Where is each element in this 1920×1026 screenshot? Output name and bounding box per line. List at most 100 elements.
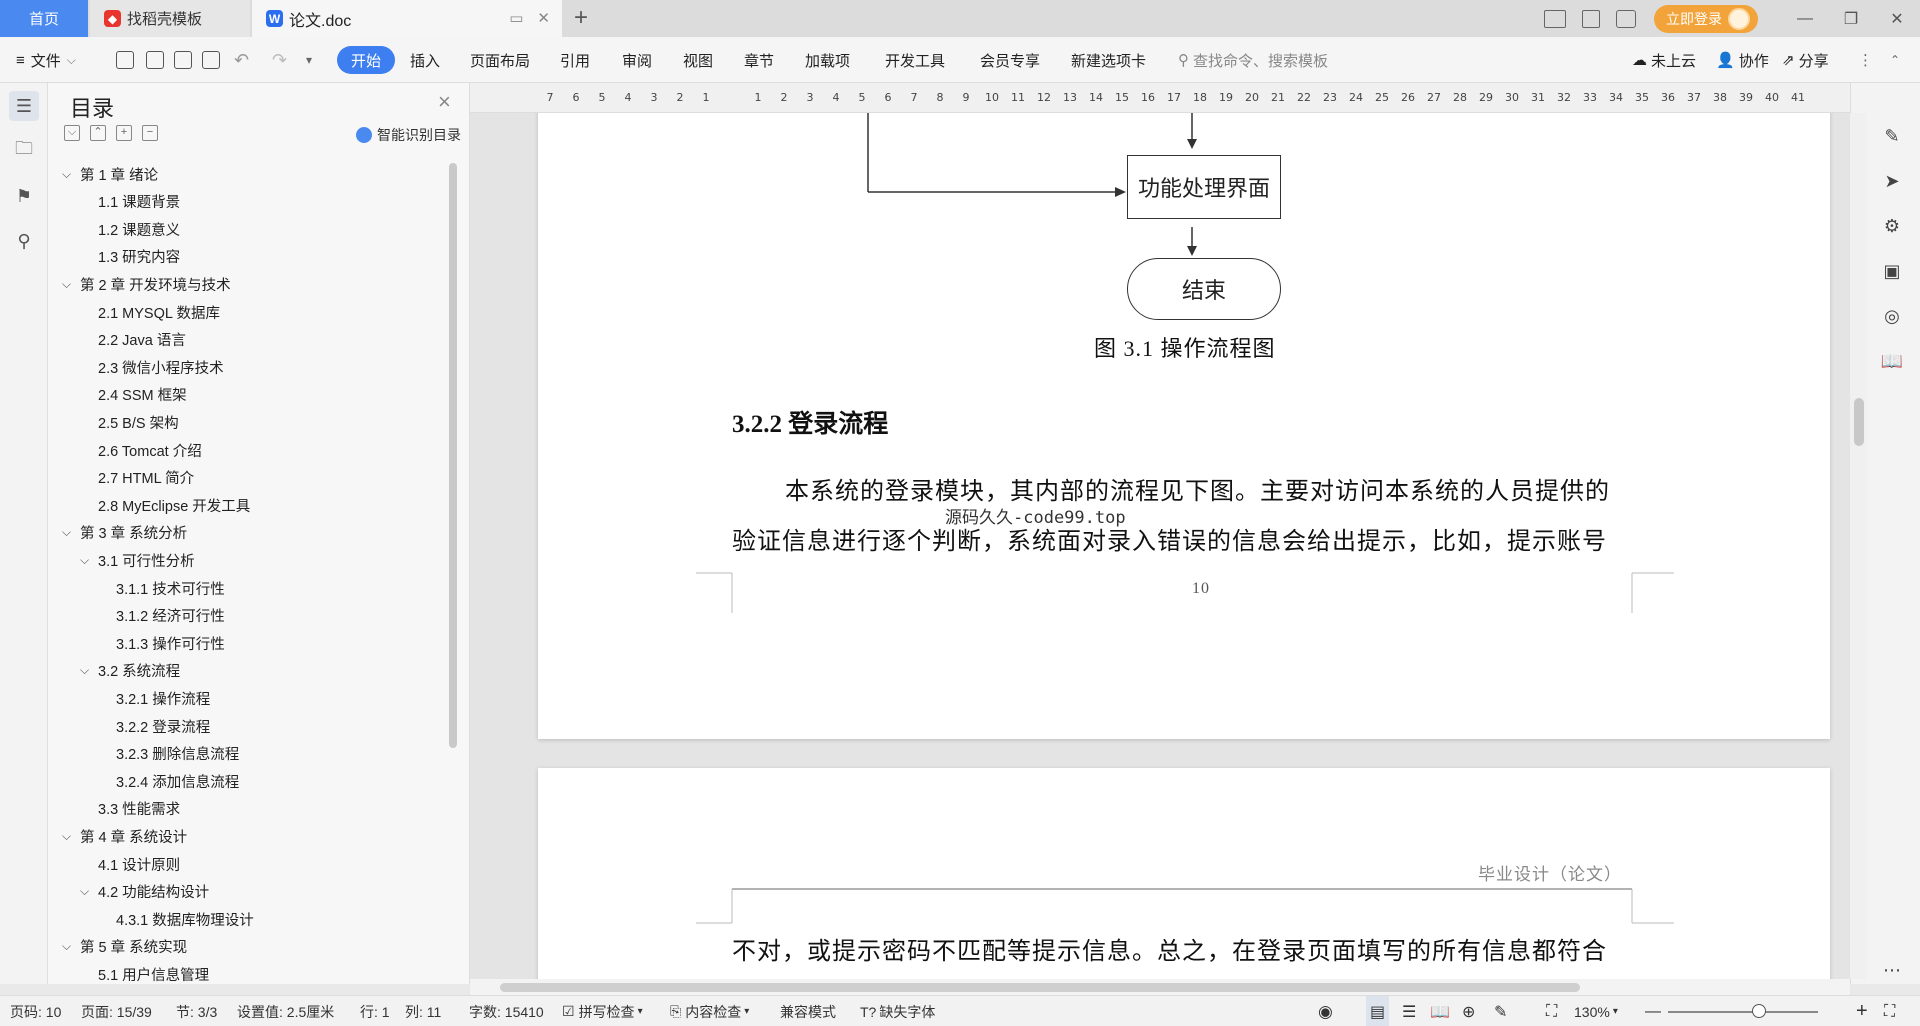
save-button[interactable] — [116, 37, 134, 83]
tab-home[interactable]: 首页 — [0, 0, 88, 37]
missing-font-button[interactable]: T? 缺失字体 — [860, 996, 935, 1026]
toc-item[interactable]: 4.1 设计原则 — [98, 851, 180, 877]
remove-heading-icon[interactable]: − — [142, 125, 158, 141]
close-window-icon[interactable]: ✕ — [1874, 9, 1920, 29]
toc-item[interactable]: ⌵ 第 2 章 开发环境与技术 — [62, 271, 231, 297]
skin-icon[interactable] — [1616, 9, 1636, 28]
smart-toc-button[interactable]: 智能识别目录 — [356, 125, 461, 145]
chevron-down-icon[interactable]: ⌵ — [62, 525, 76, 540]
more-options-button[interactable]: ⋮ — [1858, 37, 1873, 83]
tab-daoke[interactable]: ◆ 找稻壳模板 — [90, 0, 250, 37]
status-page[interactable]: 页面: 15/39 — [81, 996, 152, 1026]
fit-page-icon[interactable]: ⛶ — [1546, 996, 1557, 1026]
add-heading-icon[interactable]: + — [116, 125, 132, 141]
content-check-button[interactable]: ⎘ 内容检查 ▾ — [670, 996, 749, 1026]
status-col[interactable]: 列: 11 — [405, 996, 441, 1026]
select-cursor-icon[interactable]: ➤ — [1880, 171, 1904, 193]
tab-new-tab[interactable]: 新建选项卡 — [1071, 37, 1146, 83]
outline-view-icon[interactable]: ☰ — [1402, 996, 1416, 1026]
cloud-status[interactable]: ☁ 未上云 — [1632, 37, 1696, 83]
share-button[interactable]: ⇗ 分享 — [1782, 37, 1829, 83]
toc-panel-button[interactable]: ☰ — [9, 91, 39, 121]
toc-item[interactable]: 3.1.3 操作可行性 — [116, 630, 225, 656]
tab-layout[interactable]: 页面布局 — [470, 37, 530, 83]
reading-icon[interactable]: 📖 — [1880, 351, 1904, 373]
collapse-ribbon-button[interactable]: ⌃ — [1890, 37, 1900, 83]
toc-item[interactable]: ⌵ 3.1 可行性分析 — [80, 547, 195, 573]
toc-item[interactable]: ⌵ 4.2 功能结构设计 — [80, 879, 209, 905]
toc-scrollbar[interactable] — [449, 163, 457, 748]
toc-item[interactable]: 2.8 MyEclipse 开发工具 — [98, 492, 250, 518]
toc-item[interactable]: ⌵ 3.2 系统流程 — [80, 658, 180, 684]
write-mode-icon[interactable]: ✎ — [1494, 996, 1507, 1026]
find-button[interactable]: ⚲ — [9, 226, 39, 256]
toc-item[interactable]: 3.1.2 经济可行性 — [116, 603, 225, 629]
fullscreen-icon[interactable]: ⛶ — [1884, 996, 1895, 1026]
eye-protection-icon[interactable]: ◉ — [1318, 996, 1333, 1026]
document-canvas[interactable]: 功能处理界面 结束 图 3.1 操作流程图 3.2.2 登录流程 本系统的登录模… — [470, 113, 1850, 979]
image-tool-icon[interactable]: ▣ — [1880, 261, 1904, 283]
command-search[interactable]: ⚲ 查找命令、搜索模板 — [1178, 37, 1328, 83]
chevron-down-icon[interactable]: ⌵ — [80, 663, 94, 678]
toc-item[interactable]: ⌵ 第 5 章 系统实现 — [62, 934, 187, 960]
status-word-count[interactable]: 字数: 15410 — [469, 996, 544, 1026]
toc-item[interactable]: 2.3 微信小程序技术 — [98, 354, 224, 380]
toc-item[interactable]: 3.3 性能需求 — [98, 796, 180, 822]
close-tab-icon[interactable]: ✕ — [537, 9, 550, 27]
status-row[interactable]: 行: 1 — [360, 996, 390, 1026]
print-preview-button[interactable] — [202, 37, 220, 83]
print-button[interactable] — [174, 37, 192, 83]
toc-item[interactable]: 2.4 SSM 框架 — [98, 382, 187, 408]
quick-access-dropdown[interactable]: ▾ — [306, 37, 312, 83]
pin-window-icon[interactable]: ▭ — [509, 9, 523, 27]
collapse-all-icon[interactable]: ⌃ — [90, 125, 106, 141]
apps-grid-icon[interactable] — [1582, 9, 1600, 28]
bookmark-button[interactable]: ⚑ — [9, 181, 39, 211]
tab-document[interactable]: W 论文.doc ▭ ✕ — [252, 0, 562, 37]
chevron-down-icon[interactable]: ⌵ — [62, 829, 76, 844]
tab-section[interactable]: 章节 — [744, 37, 774, 83]
toc-item[interactable]: ⌵ 第 3 章 系统分析 — [62, 520, 187, 546]
horizontal-scrollbar[interactable] — [470, 979, 1850, 995]
navigation-button[interactable]: 🗀 — [9, 136, 39, 166]
layout-switch-icon[interactable] — [1544, 9, 1566, 28]
zoom-slider-thumb[interactable] — [1752, 1004, 1766, 1018]
spell-check-button[interactable]: ☑ 拼写检查 ▾ — [562, 996, 643, 1026]
login-button[interactable]: 立即登录 — [1654, 4, 1758, 33]
horizontal-scroll-thumb[interactable] — [500, 983, 1580, 992]
chevron-down-icon[interactable]: ⌵ — [62, 277, 76, 292]
horizontal-ruler[interactable]: 7 6 5 4 3 2 1 1 2 3 4 5 6 7 8 9 10 11 12 13 14 15 16 17 18 19 20 21… — [470, 83, 1850, 113]
document-page[interactable]: 毕业设计（论文） 不对，或提示密码不匹配等提示信息。总之，在登录页面填写的所有信… — [538, 768, 1830, 979]
toc-item[interactable]: 2.5 B/S 架构 — [98, 409, 179, 435]
zoom-slider[interactable] — [1668, 1011, 1818, 1013]
tab-devtools[interactable]: 开发工具 — [885, 37, 945, 83]
toc-item[interactable]: 1.2 课题意义 — [98, 216, 180, 242]
edit-pen-icon[interactable]: ✎ — [1880, 126, 1904, 148]
tab-member[interactable]: 会员专享 — [980, 37, 1040, 83]
status-section[interactable]: 节: 3/3 — [176, 996, 217, 1026]
tab-view[interactable]: 视图 — [683, 37, 713, 83]
toc-item[interactable]: 1.1 课题背景 — [98, 189, 180, 215]
compass-icon[interactable]: ◎ — [1880, 306, 1904, 328]
minimize-icon[interactable]: — — [1782, 10, 1828, 28]
tab-start[interactable]: 开始 — [337, 46, 396, 74]
more-horizontal-icon[interactable]: ⋯ — [1880, 960, 1904, 982]
page-view-icon[interactable]: ▤ — [1366, 996, 1390, 1026]
toc-item[interactable]: 3.2.2 登录流程 — [116, 713, 210, 739]
zoom-in-button[interactable]: + — [1856, 996, 1868, 1026]
toc-item[interactable]: 2.1 MYSQL 数据库 — [98, 299, 220, 325]
expand-all-icon[interactable]: ⌵ — [64, 125, 80, 141]
toc-item[interactable]: 2.7 HTML 简介 — [98, 465, 194, 491]
toc-item[interactable]: 5.1 用户信息管理 — [98, 961, 209, 987]
zoom-out-button[interactable]: — — [1645, 996, 1661, 1026]
toc-item[interactable]: 2.2 Java 语言 — [98, 327, 186, 353]
tab-reference[interactable]: 引用 — [560, 37, 590, 83]
toc-item[interactable]: 2.6 Tomcat 介绍 — [98, 437, 202, 463]
toc-item[interactable]: 4.3.1 数据库物理设计 — [116, 906, 254, 932]
tab-review[interactable]: 审阅 — [622, 37, 652, 83]
toc-item[interactable]: 1.3 研究内容 — [98, 244, 180, 270]
zoom-level[interactable]: 130% ▾ — [1574, 996, 1618, 1026]
status-setting[interactable]: 设置值: 2.5厘米 — [237, 996, 334, 1026]
toc-item[interactable]: 3.2.1 操作流程 — [116, 685, 210, 711]
web-view-icon[interactable]: ⊕ — [1462, 996, 1475, 1026]
